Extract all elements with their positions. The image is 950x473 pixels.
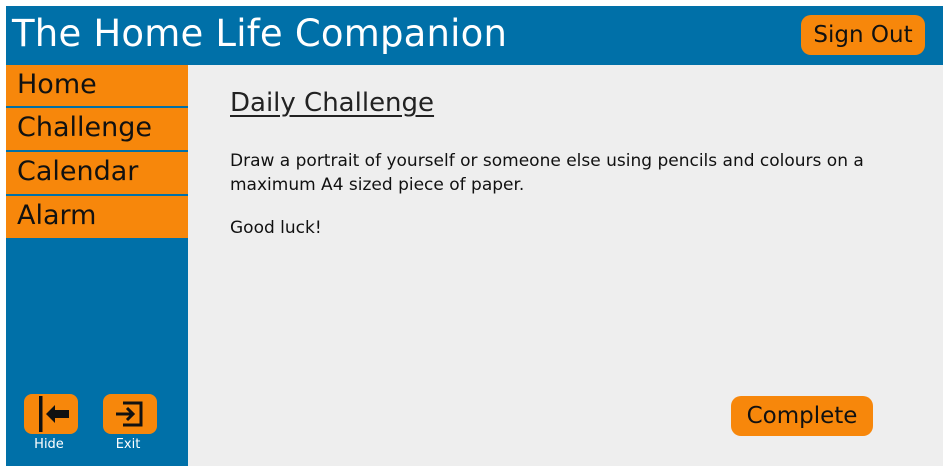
header-bar: The Home Life Companion Sign Out	[6, 6, 943, 65]
sidebar-item-calendar[interactable]: Calendar	[6, 152, 188, 194]
exit-button[interactable]	[103, 394, 157, 434]
app-title: The Home Life Companion	[12, 12, 508, 55]
exit-icon	[116, 401, 143, 427]
sign-out-button[interactable]: Sign Out	[801, 15, 925, 55]
page-title: Daily Challenge	[230, 88, 435, 118]
collapse-left-icon	[39, 396, 69, 432]
sidebar-item-challenge[interactable]: Challenge	[6, 108, 188, 150]
hide-button[interactable]	[24, 394, 78, 434]
exit-label: Exit	[115, 437, 141, 452]
sidebar: Home Challenge Calendar Alarm Hide Exit	[6, 65, 188, 466]
app-window: The Home Life Companion Sign Out Home Ch…	[6, 6, 943, 466]
sidebar-item-alarm[interactable]: Alarm	[6, 196, 188, 238]
challenge-description: Draw a portrait of yourself or someone e…	[230, 151, 864, 195]
closing-text: Good luck!	[230, 218, 322, 238]
sidebar-item-home[interactable]: Home	[6, 65, 188, 106]
complete-button[interactable]: Complete	[731, 396, 873, 436]
hide-label: Hide	[34, 437, 64, 452]
